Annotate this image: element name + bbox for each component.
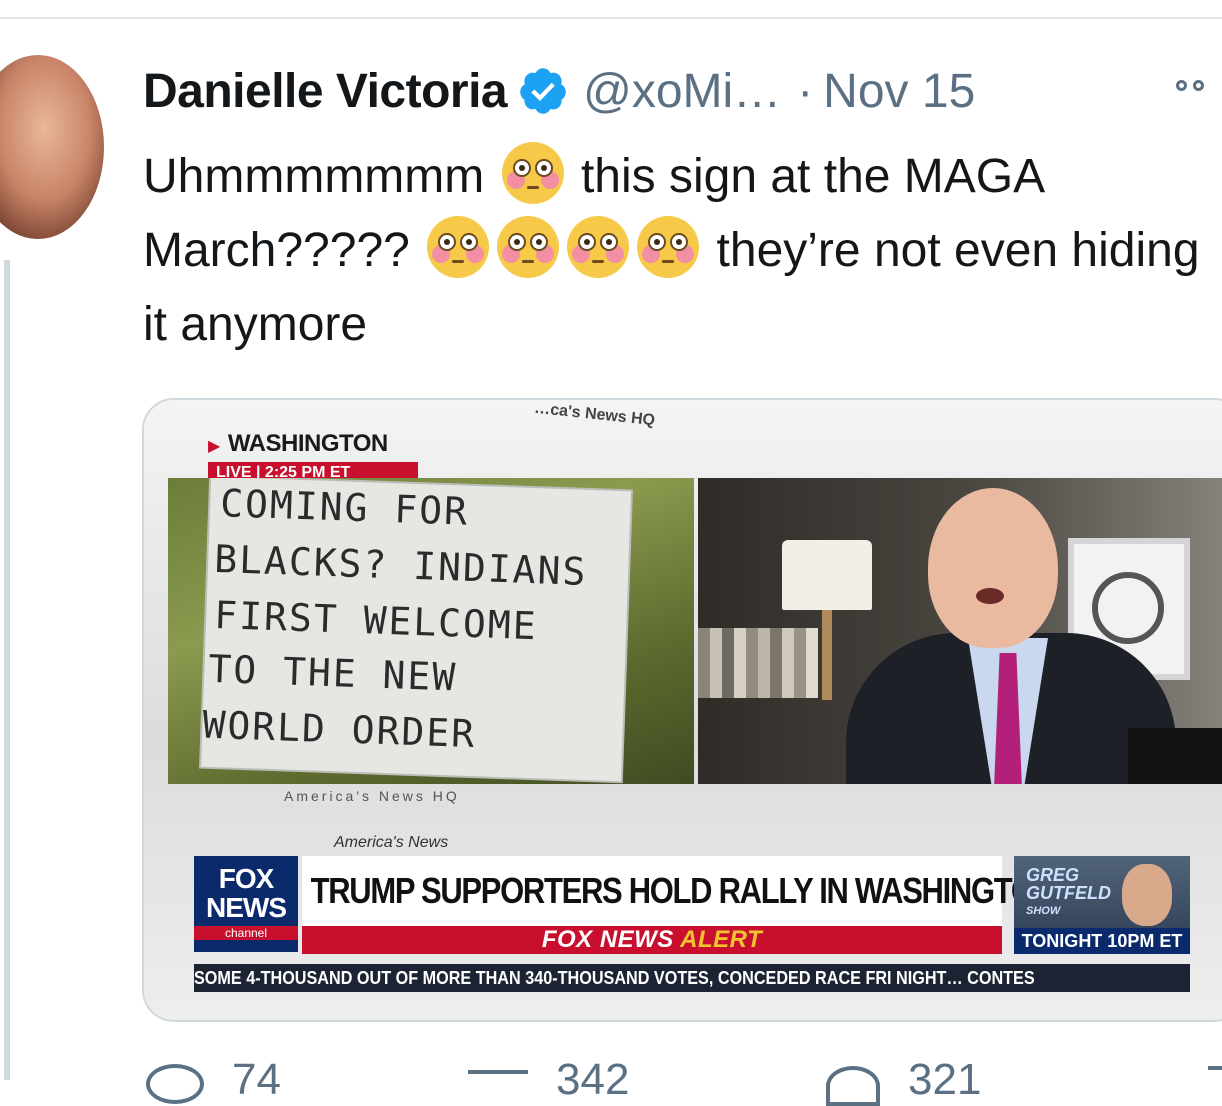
reply-icon — [146, 1064, 204, 1104]
lamp — [782, 540, 872, 610]
retweet-icon — [468, 1070, 528, 1094]
verified-badge-icon — [517, 65, 569, 117]
alert-text: FOX NEWS — [541, 926, 674, 953]
tweet-text: Uhmmmmmmm this sign at the MAGA March???… — [143, 140, 1218, 362]
protest-sign: COMING FOR BLACKS? INDIANS FIRST WELCOME… — [201, 478, 631, 782]
author-handle[interactable]: @xoMi… — [583, 64, 781, 119]
more-options-icon[interactable] — [1176, 80, 1204, 91]
tweet-date[interactable]: Nov 15 — [823, 64, 975, 119]
like-button[interactable]: 321 — [826, 1055, 982, 1106]
news-headline: TRUMP SUPPORTERS HOLD RALLY IN WASHINGTO… — [310, 870, 1056, 911]
top-divider — [0, 17, 1222, 19]
news-crawl: SOME 4-THOUSAND OUT OF MORE THAN 340-THO… — [194, 964, 1190, 992]
retweet-button[interactable]: 342 — [468, 1055, 630, 1104]
like-count: 321 — [908, 1055, 982, 1104]
share-icon[interactable] — [1208, 1066, 1222, 1084]
headline-bar: TRUMP SUPPORTERS HOLD RALLY IN WASHINGTO… — [302, 856, 1056, 926]
reply-count: 74 — [232, 1055, 281, 1104]
tweet-actions: 74 342 321 — [0, 1058, 1222, 1106]
separator-dot: · — [797, 64, 814, 118]
promo-time: TONIGHT 10PM ET — [1014, 928, 1190, 954]
tweet-media-image[interactable]: …ca's News HQ ▶ WASHINGTON LIVE | 2:25 PM… — [142, 398, 1222, 1022]
host-photo — [1122, 864, 1172, 926]
heart-icon — [826, 1066, 880, 1106]
reply-button[interactable]: 74 — [146, 1055, 281, 1104]
fox-news-logo: FOX NEWS channel — [194, 856, 298, 952]
sign-line: FIRST WELCOME — [213, 592, 539, 649]
alert-accent-text: ALERT — [680, 926, 763, 953]
sign-line: COMING FOR — [219, 481, 470, 534]
tweet-header: Danielle Victoria @xoMi… · Nov 15 — [143, 56, 975, 126]
alert-bar: FOX NEWS ALERT — [302, 926, 1002, 954]
author-avatar[interactable] — [0, 55, 104, 239]
bookshelf — [698, 628, 818, 698]
guest-video-panel — [698, 478, 1222, 784]
sign-line: TO THE NEW — [207, 646, 458, 700]
studio-text-mid: America's News HQ — [284, 788, 460, 804]
rally-video-panel: COMING FOR BLACKS? INDIANS FIRST WELCOME… — [168, 478, 694, 784]
sign-line: BLACKS? INDIANS — [213, 536, 589, 594]
studio-text-low: America's News — [334, 834, 449, 851]
author-name[interactable]: Danielle Victoria — [143, 64, 508, 119]
flushed-face-emoji-icon — [495, 214, 561, 280]
thread-line — [4, 260, 10, 1080]
tweet-text-part-1: Uhmmmmmmm — [143, 150, 485, 203]
flushed-face-emoji-icon — [425, 214, 491, 280]
flushed-face-emoji-icon — [635, 214, 701, 280]
flushed-face-emoji-icon — [500, 140, 566, 206]
location-label: ▶ WASHINGTON LIVE | 2:25 PM ET — [208, 430, 438, 484]
sign-line: WORLD ORDER — [201, 702, 477, 757]
location-text: WASHINGTON — [227, 430, 388, 457]
flushed-face-emoji-icon — [565, 214, 631, 280]
news-lower-third: FOX NEWS channel TRUMP SUPPORTERS HOLD R… — [144, 854, 1222, 964]
show-promo: GREG GUTFELD SHOW TONIGHT 10PM ET — [1014, 856, 1190, 954]
retweet-count: 342 — [556, 1055, 630, 1104]
